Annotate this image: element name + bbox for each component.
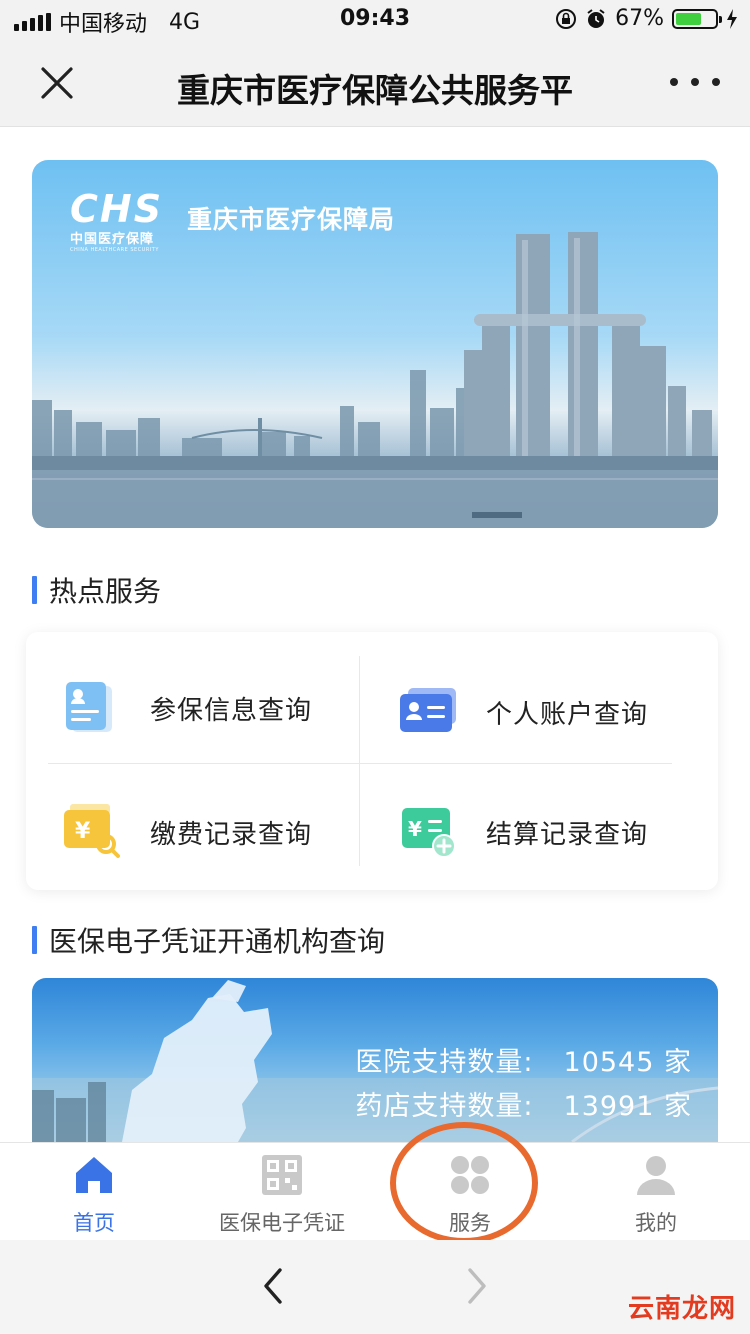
chs-logo-cn: 中国医疗保障	[70, 232, 155, 247]
battery-percent: 67%	[615, 6, 664, 31]
org-name: 重庆市医疗保障局	[187, 205, 396, 234]
forward-arrow-icon[interactable]	[456, 1266, 496, 1306]
battery-icon	[672, 8, 722, 29]
tab-label: 我的	[635, 1211, 677, 1235]
service-personal-account[interactable]: 个人账户查询	[398, 682, 648, 742]
nav-bar: 重庆市医疗保障公共服务平	[0, 40, 750, 127]
hospital-label: 医院支持数量:	[355, 1047, 534, 1078]
service-label: 个人账户查询	[486, 699, 649, 730]
profile-icon	[637, 1156, 675, 1195]
institution-query-title: 医保电子凭证开通机构查询	[49, 925, 386, 958]
more-icon[interactable]	[670, 62, 720, 102]
services-grid-icon	[451, 1156, 489, 1194]
svg-text:¥: ¥	[75, 819, 91, 844]
rotation-lock-icon	[556, 8, 577, 29]
status-right: 67%	[555, 6, 738, 31]
section-marker	[32, 576, 37, 604]
tab-label: 首页	[73, 1211, 115, 1235]
hospital-count: 10545 家	[563, 1047, 692, 1078]
browser-bottom-bar: 云南龙网	[0, 1240, 750, 1334]
tab-home[interactable]: 首页	[14, 1153, 174, 1237]
battery-level	[676, 12, 702, 25]
svg-text:¥: ¥	[408, 817, 422, 841]
settlement-record-icon: ¥	[402, 808, 456, 858]
charging-icon	[727, 8, 737, 29]
institution-query-heading: 医保电子凭证开通机构查询	[32, 920, 385, 960]
tab-label: 服务	[449, 1211, 491, 1235]
pharmacy-count-row: 药店支持数量: 13991 家	[355, 1084, 692, 1123]
hospital-count-row: 医院支持数量: 10545 家	[355, 1040, 692, 1079]
alarm-icon	[587, 8, 605, 28]
service-payment-record[interactable]: ¥ 缴费记录查询	[62, 802, 312, 862]
hot-services-title: 热点服务	[49, 575, 162, 608]
home-icon	[76, 1157, 112, 1193]
tab-mine[interactable]: 我的	[576, 1153, 736, 1237]
service-label: 结算记录查询	[486, 819, 649, 850]
payment-record-icon: ¥	[64, 804, 120, 858]
divider	[48, 763, 672, 764]
city-banner: CHS 中国医疗保障 CHINA HEALTHCARE SECURITY 重庆市…	[32, 160, 718, 528]
chs-logo: CHS 中国医疗保障 CHINA HEALTHCARE SECURITY	[70, 190, 163, 253]
watermark: 云南龙网	[627, 1294, 736, 1324]
pharmacy-count: 13991 家	[563, 1091, 692, 1122]
tab-bar: 首页 医保电子凭证 服务 我的	[0, 1142, 750, 1241]
service-label: 参保信息查询	[150, 695, 313, 726]
chs-logo-en: CHINA HEALTHCARE SECURITY	[70, 247, 159, 253]
qr-code-icon	[262, 1155, 302, 1195]
service-settlement-record[interactable]: ¥ 结算记录查询	[398, 802, 648, 862]
section-marker	[32, 926, 37, 954]
insurance-info-icon	[66, 682, 112, 732]
tab-services[interactable]: 服务	[390, 1153, 550, 1237]
pharmacy-label: 药店支持数量:	[355, 1091, 534, 1122]
hot-services-heading: 热点服务	[32, 570, 161, 610]
tab-ecert[interactable]: 医保电子凭证	[202, 1153, 362, 1237]
status-bar: 中国移动 4G 09:43 67%	[0, 0, 750, 40]
hot-services-card: 参保信息查询 个人账户查询 ¥ 缴费记录查询 ¥ 结算记录查询	[26, 632, 718, 890]
service-insurance-info[interactable]: 参保信息查询	[62, 678, 312, 738]
service-label: 缴费记录查询	[150, 819, 313, 850]
back-arrow-icon[interactable]	[254, 1266, 294, 1306]
tab-label: 医保电子凭证	[219, 1211, 345, 1235]
divider	[359, 656, 360, 866]
institution-query-banner[interactable]: 医院支持数量: 10545 家 药店支持数量: 13991 家	[32, 978, 718, 1142]
personal-account-icon	[400, 688, 456, 732]
close-icon[interactable]	[34, 60, 80, 106]
chs-logo-mark: CHS	[70, 187, 164, 231]
page-title: 重庆市医疗保障公共服务平	[177, 71, 573, 110]
